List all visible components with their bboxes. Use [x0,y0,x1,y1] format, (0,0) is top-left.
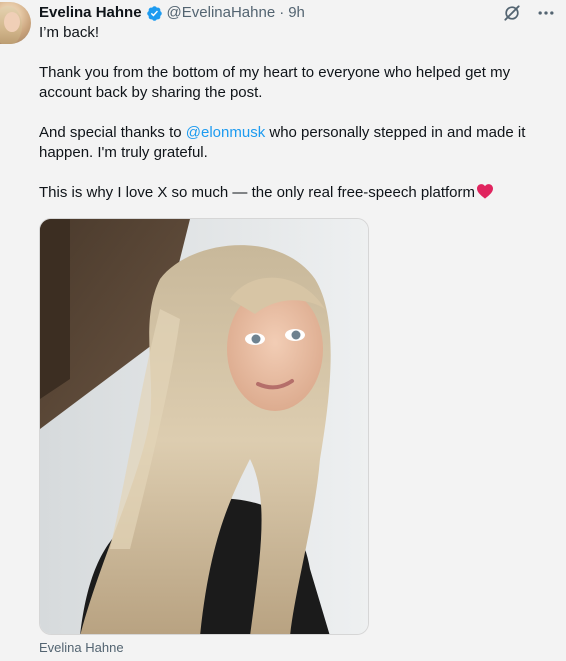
tweet-text: I’m back! Thank you from the bottom of m… [39,23,554,223]
verified-badge-icon [146,5,162,21]
tweet-line-4-text: This is why I love X so much — the only … [39,184,476,201]
grok-button[interactable] [500,2,524,24]
tweet-line-2: Thank you from the bottom of my heart to… [39,64,511,101]
selfie-image [40,219,368,634]
tweet: Evelina Hahne @EvelinaHahne · 9h I’m bac… [0,0,566,661]
avatar[interactable] [0,2,31,44]
tweet-header: Evelina Hahne @EvelinaHahne · 9h [39,3,305,23]
mention-link[interactable]: @elonmusk [186,124,265,141]
tweet-actions [500,2,558,24]
author-name[interactable]: Evelina Hahne [39,3,142,23]
tweet-line-1: I’m back! [39,24,100,41]
tweet-line-3: And special thanks to @elonmusk who pers… [39,123,554,163]
separator-dot: · [279,4,285,21]
more-icon [538,11,554,15]
tweet-line-4: This is why I love X so much — the only … [39,183,554,203]
avatar-face [4,12,20,32]
tweet-photo[interactable] [39,218,369,635]
post-time[interactable]: 9h [288,3,305,23]
more-button[interactable] [534,2,558,24]
grok-icon [504,5,520,21]
red-heart-icon [477,184,494,199]
photo-caption: Evelina Hahne [39,640,124,655]
tweet-line-3-start: And special thanks to [39,124,186,141]
author-handle[interactable]: @EvelinaHahne [167,3,276,23]
